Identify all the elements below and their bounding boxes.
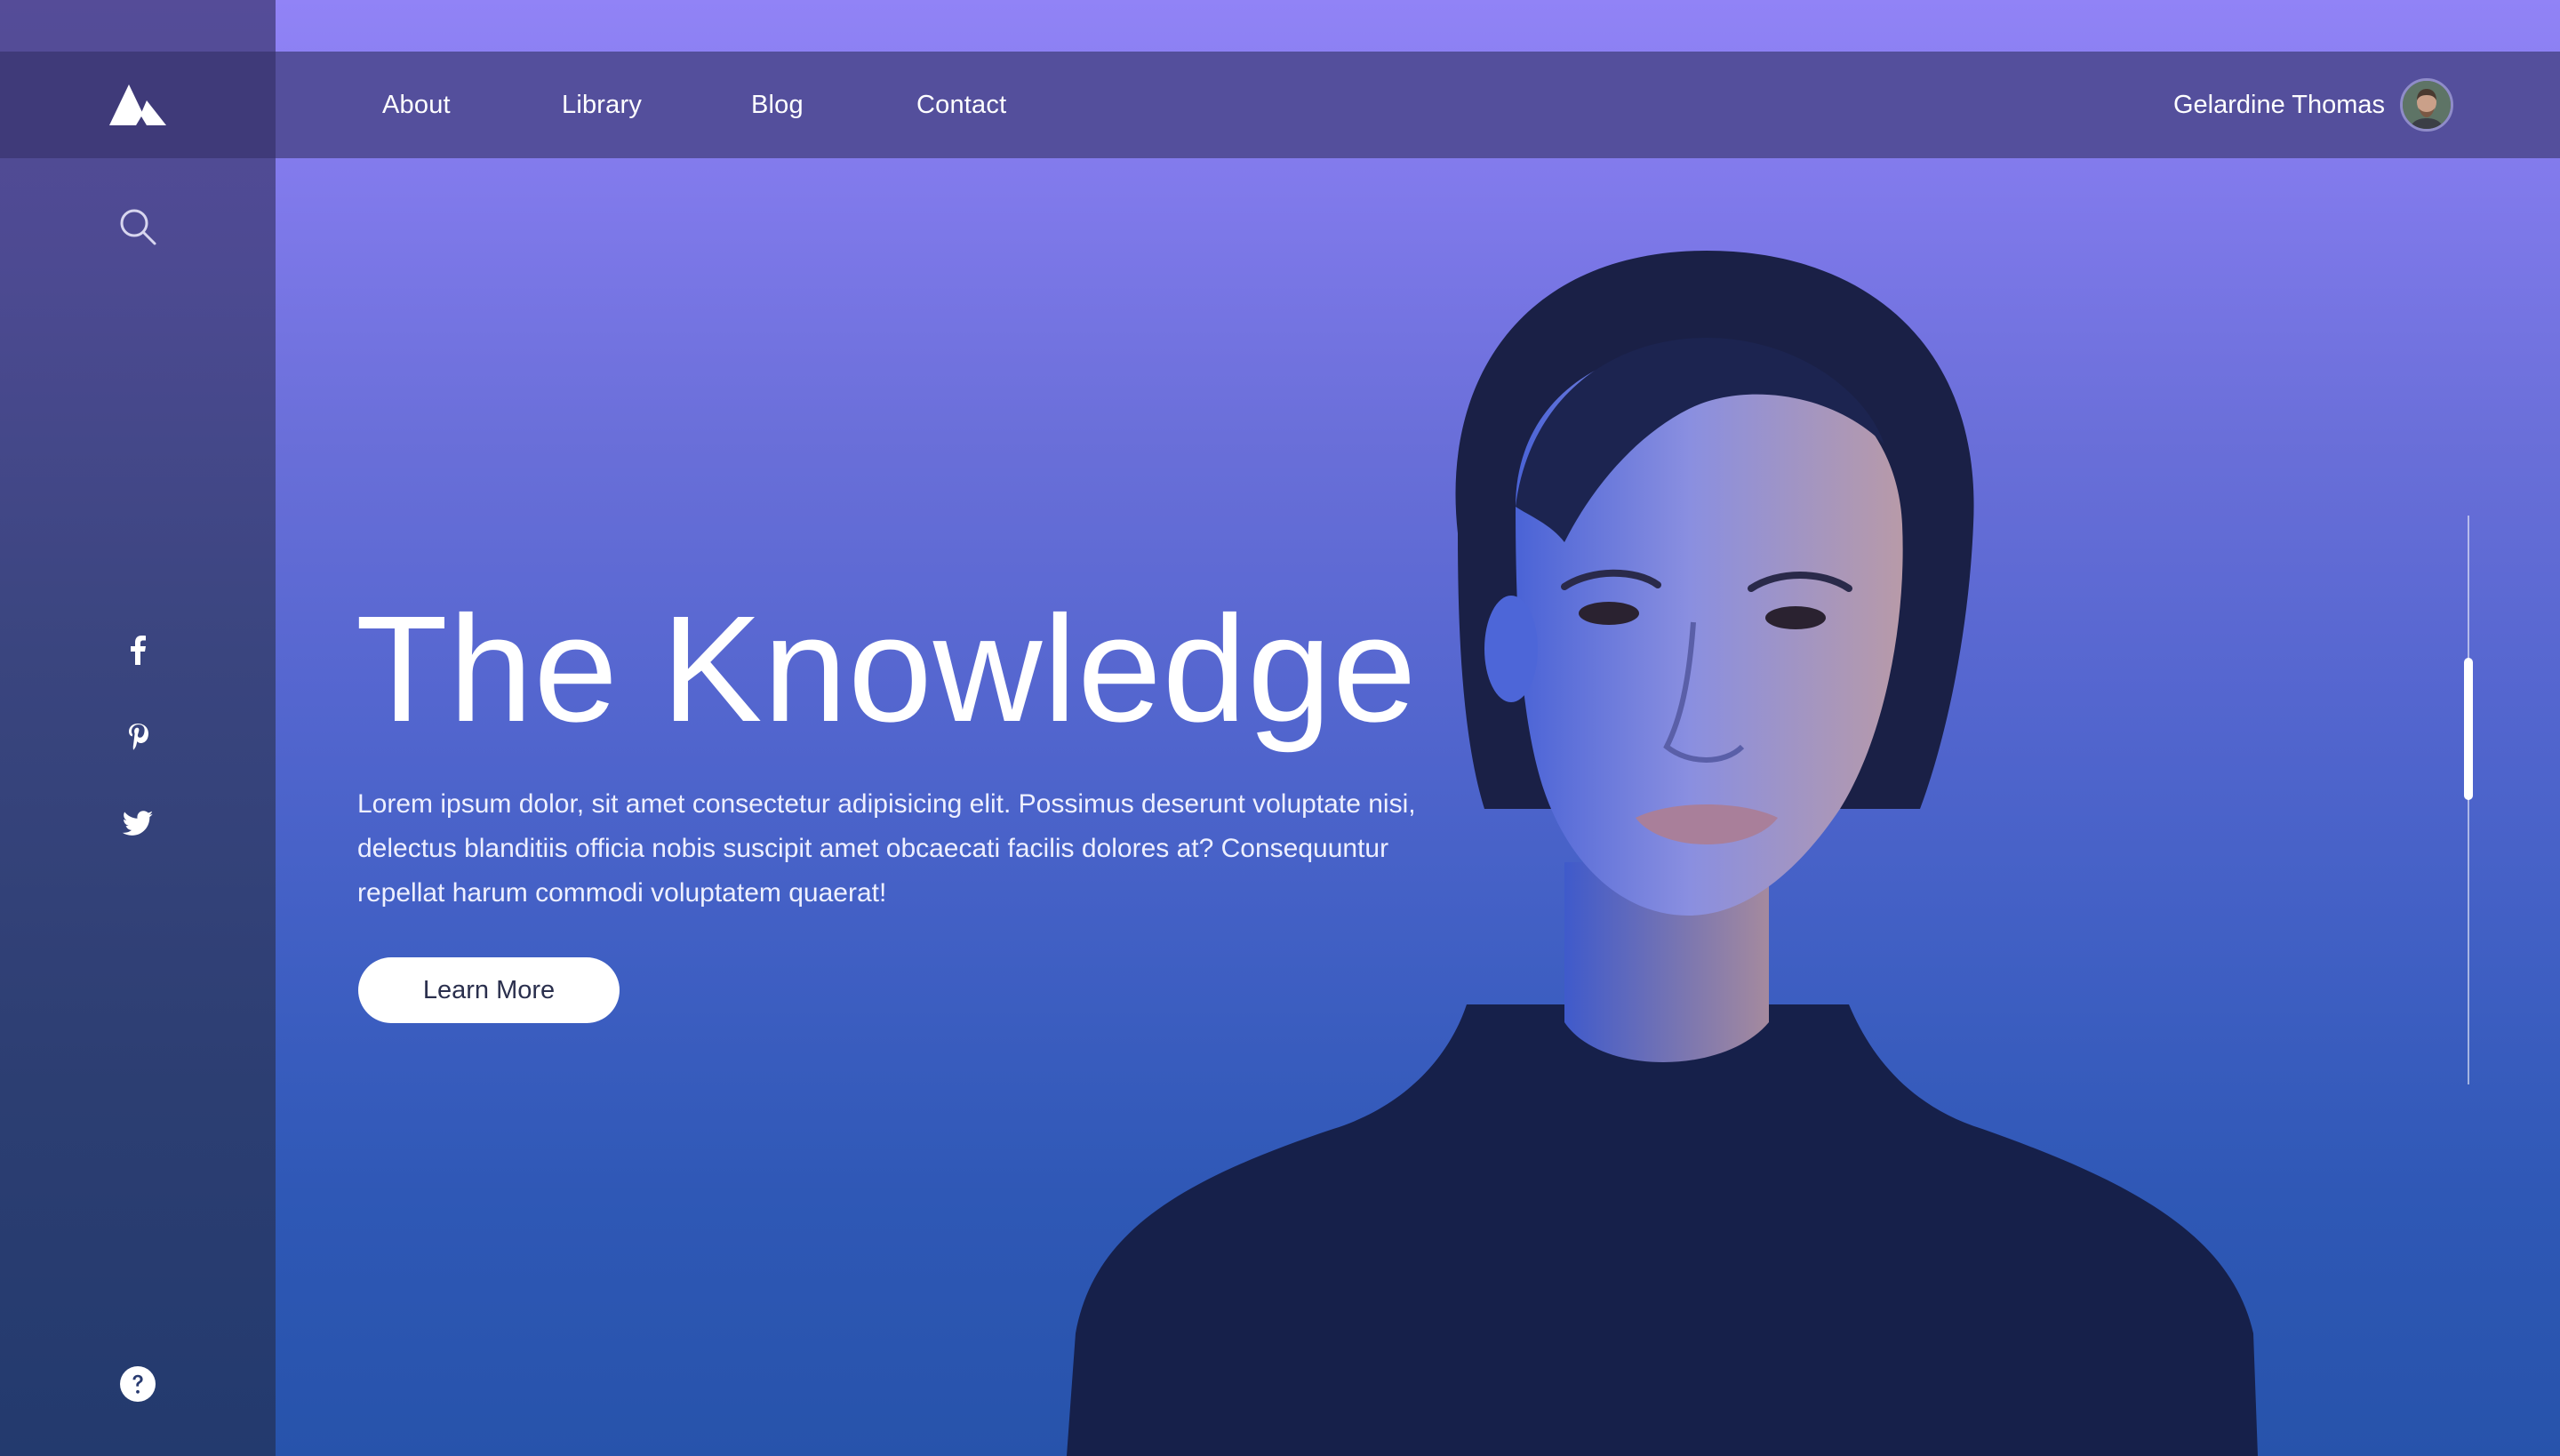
user-avatar[interactable] — [2400, 78, 2453, 132]
nav-link-about[interactable]: About — [382, 52, 451, 158]
mountain-logo-icon[interactable] — [109, 83, 166, 127]
help-icon[interactable] — [119, 1365, 156, 1403]
scroll-track[interactable] — [2468, 516, 2469, 1084]
facebook-link[interactable] — [0, 635, 276, 665]
nav-link-blog[interactable]: Blog — [751, 52, 804, 158]
hero-description: Lorem ipsum dolor, sit amet consectetur … — [357, 789, 1416, 908]
hero-title: The Knowledge — [356, 585, 1418, 754]
top-navigation: About Library Blog Contact Gelardine Tho… — [276, 52, 2560, 158]
learn-more-button[interactable]: Learn More — [358, 957, 620, 1023]
search-button[interactable] — [0, 206, 276, 247]
twitter-link[interactable] — [0, 811, 276, 837]
landing-page: About Library Blog Contact Gelardine Tho… — [0, 0, 2560, 1456]
nav-link-library[interactable]: Library — [562, 52, 642, 158]
twitter-icon[interactable] — [122, 811, 154, 837]
pinterest-link[interactable] — [0, 722, 276, 752]
nav-link-contact[interactable]: Contact — [916, 52, 1006, 158]
avatar-image — [2403, 81, 2451, 129]
facebook-icon[interactable] — [129, 635, 147, 665]
scroll-thumb[interactable] — [2464, 658, 2473, 800]
sidebar — [0, 0, 276, 1456]
help-button[interactable] — [0, 1365, 276, 1403]
user-name[interactable]: Gelardine Thomas — [2173, 52, 2385, 158]
search-icon[interactable] — [117, 206, 158, 247]
pinterest-icon[interactable] — [126, 722, 149, 752]
logo-cell[interactable] — [0, 52, 276, 158]
